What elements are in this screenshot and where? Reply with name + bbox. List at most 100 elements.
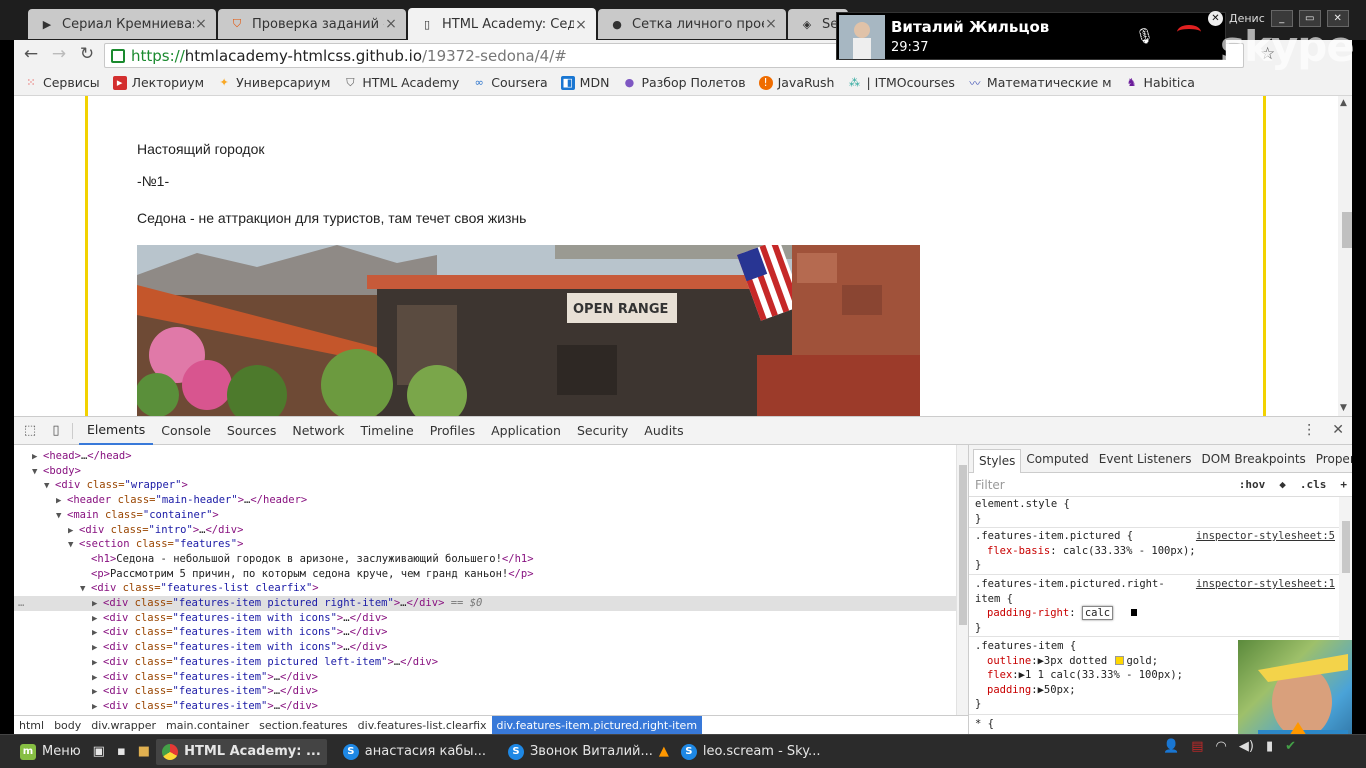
terminal-launcher-icon[interactable]: ▣: [87, 739, 111, 765]
expand-triangle-icon[interactable]: ▶: [92, 685, 103, 700]
collapse-triangle-icon[interactable]: ▼: [80, 582, 91, 597]
css-value-editor[interactable]: calc: [1081, 606, 1114, 620]
hover-state-toggle[interactable]: :hov: [1239, 478, 1266, 491]
tab-timeline[interactable]: Timeline: [353, 417, 422, 445]
dom-node-body[interactable]: ▼ <body>: [14, 464, 968, 479]
stylesheet-link[interactable]: inspector-stylesheet:1: [1196, 577, 1335, 592]
page-scrollbar-thumb[interactable]: [1342, 212, 1352, 248]
minimize-button[interactable]: _: [1270, 10, 1293, 27]
battery-icon[interactable]: ▮: [1266, 739, 1273, 754]
styles-filter-input[interactable]: Filter: [975, 478, 1005, 492]
close-call-icon[interactable]: ✕: [1208, 11, 1223, 26]
dom-node-main[interactable]: ▼ <main class="container">: [14, 508, 968, 523]
stylesheet-link[interactable]: inspector-stylesheet:5: [1196, 529, 1335, 544]
close-tab-icon[interactable]: ×: [574, 17, 588, 33]
back-arrow-icon[interactable]: ←: [20, 44, 42, 64]
tab-sources[interactable]: Sources: [219, 417, 284, 445]
dom-node-header[interactable]: ▶ <header class="main-header">…</header>: [14, 493, 968, 508]
user-icon[interactable]: 👤: [1163, 739, 1179, 754]
expand-triangle-icon[interactable]: ▶: [92, 641, 103, 656]
dom-node-features-item[interactable]: ▶ <div class="features-item with icons">……: [14, 611, 968, 626]
css-declaration[interactable]: flex-basis: calc(33.33% - 100px);: [975, 544, 1339, 559]
wifi-icon[interactable]: ◠: [1216, 739, 1227, 754]
tab-styles[interactable]: Styles: [973, 448, 1022, 473]
browser-tab-1[interactable]: ▶ Сериал Кремниевая д ×: [28, 9, 216, 39]
dom-node-head[interactable]: ▶ <head>…</head>: [14, 449, 968, 464]
tab-elements[interactable]: Elements: [79, 417, 154, 445]
styles-scrollbar-thumb[interactable]: [1342, 521, 1350, 573]
skype-call-bar[interactable]: Виталий Жильцов 29:37 🎙: [836, 12, 1226, 60]
keyboard-layout-flag-icon[interactable]: ▤: [1191, 739, 1203, 754]
rule-features-item-pictured[interactable]: .features-item.pictured {inspector-style…: [969, 529, 1339, 575]
scroll-down-arrow-icon[interactable]: ▼: [1340, 403, 1347, 413]
breadcrumb-item[interactable]: body: [49, 716, 86, 735]
dom-tree-scrollbar-thumb[interactable]: [959, 465, 967, 625]
tab-computed[interactable]: Computed: [1021, 445, 1093, 473]
tab-console[interactable]: Console: [153, 417, 219, 445]
device-toolbar-icon[interactable]: ▯: [46, 421, 66, 441]
breadcrumb-item[interactable]: html: [14, 716, 49, 735]
node-options-dots[interactable]: …: [18, 596, 24, 611]
class-toggle[interactable]: .cls: [1300, 478, 1327, 491]
close-tab-icon[interactable]: ×: [764, 16, 778, 32]
tab-properties[interactable]: Properties: [1311, 445, 1352, 473]
dom-node-features-item[interactable]: ▶ <div class="features-item">…</div>: [14, 699, 968, 714]
expand-triangle-icon[interactable]: ▶: [92, 597, 103, 612]
reload-icon[interactable]: ↻: [76, 44, 98, 64]
dom-node-intro[interactable]: ▶ <div class="intro">…</div>: [14, 523, 968, 538]
tab-audits[interactable]: Audits: [636, 417, 691, 445]
bookmark-javarush[interactable]: ! JavaRush: [758, 75, 834, 90]
dom-node-h1[interactable]: <h1>Седона - небольшой городок в аризоне…: [14, 552, 968, 567]
bookmark-mdn[interactable]: ◧ MDN: [560, 75, 609, 90]
maximize-button[interactable]: ▭: [1298, 10, 1321, 27]
dom-node-selected[interactable]: ▶ <div class="features-item pictured righ…: [14, 596, 968, 611]
close-window-button[interactable]: ✕: [1326, 10, 1349, 27]
browser-tab-4[interactable]: ● Сетка личного проект ×: [598, 9, 786, 39]
more-options-icon[interactable]: ⋮: [1302, 422, 1316, 438]
close-tab-icon[interactable]: ×: [384, 16, 398, 32]
dom-node-features-item[interactable]: ▶ <div class="features-item pictured left…: [14, 655, 968, 670]
breadcrumb-item[interactable]: div.wrapper: [86, 716, 161, 735]
expand-triangle-icon[interactable]: ▶: [32, 450, 43, 465]
expand-triangle-icon[interactable]: ▶: [92, 656, 103, 671]
breadcrumb-item[interactable]: div.features-item.pictured.right-item: [491, 716, 703, 735]
tab-dom-breakpoints[interactable]: DOM Breakpoints: [1196, 445, 1310, 473]
collapse-triangle-icon[interactable]: ▼: [44, 479, 55, 494]
dom-node-features-item[interactable]: ▶ <div class="features-item">…</div>: [14, 684, 968, 699]
dom-node-p[interactable]: <p>Рассмотрим 5 причин, по которым седон…: [14, 567, 968, 582]
tab-event-listeners[interactable]: Event Listeners: [1094, 445, 1197, 473]
expand-triangle-icon[interactable]: ▶: [92, 700, 103, 715]
color-swatch-gold[interactable]: [1115, 656, 1125, 665]
collapse-triangle-icon[interactable]: ▼: [32, 465, 43, 480]
tab-network[interactable]: Network: [284, 417, 352, 445]
scroll-up-arrow-icon[interactable]: ▲: [1340, 98, 1347, 108]
browser-tab-3-active[interactable]: ▯ HTML Academy: Седон ×: [408, 8, 596, 41]
dom-node-features-item[interactable]: ▶ <div class="features-item with icons">……: [14, 625, 968, 640]
close-devtools-icon[interactable]: ✕: [1332, 422, 1344, 438]
dom-node-features-item[interactable]: ▶ <div class="features-item with icons">……: [14, 640, 968, 655]
bookmark-coursera[interactable]: ∞ Coursera: [472, 75, 548, 90]
hang-up-icon[interactable]: [1177, 25, 1201, 39]
tab-security[interactable]: Security: [569, 417, 636, 445]
bookmark-habitica[interactable]: ♞ Habitica: [1125, 75, 1195, 90]
browser-tab-2[interactable]: ⛉ Проверка заданий — ×: [218, 9, 406, 39]
microphone-icon[interactable]: 🎙: [1135, 27, 1154, 45]
dom-node-section[interactable]: ▼ <section class="features">: [14, 537, 968, 552]
css-declaration-editing[interactable]: padding-right: calc: [975, 606, 1339, 621]
collapse-triangle-icon[interactable]: ▼: [68, 538, 79, 553]
taskbar-item-chrome[interactable]: HTML Academy: ...: [156, 738, 327, 765]
bookmark-lektorium[interactable]: ▸ Лекториум: [112, 75, 204, 90]
start-menu-button[interactable]: m Меню: [14, 739, 87, 765]
breadcrumb-item[interactable]: main.container: [161, 716, 254, 735]
dom-node-wrapper[interactable]: ▼ <div class="wrapper">: [14, 478, 968, 493]
expand-triangle-icon[interactable]: ▶: [92, 671, 103, 686]
inspect-element-icon[interactable]: ⬚: [20, 421, 40, 441]
dom-tree-scrollbar[interactable]: [956, 445, 968, 715]
dom-node-features-list[interactable]: ▼ <div class="features-list clearfix">: [14, 581, 968, 596]
dom-node-features-item[interactable]: ▶ <div class="features-item">…</div>: [14, 670, 968, 685]
files-launcher-icon[interactable]: ■: [132, 739, 156, 765]
console-launcher-icon[interactable]: ▪: [111, 739, 132, 765]
bookmark-services[interactable]: ⁙ Сервисы: [24, 75, 99, 90]
expand-triangle-icon[interactable]: ▶: [92, 612, 103, 627]
breadcrumb-item[interactable]: section.features: [254, 716, 353, 735]
